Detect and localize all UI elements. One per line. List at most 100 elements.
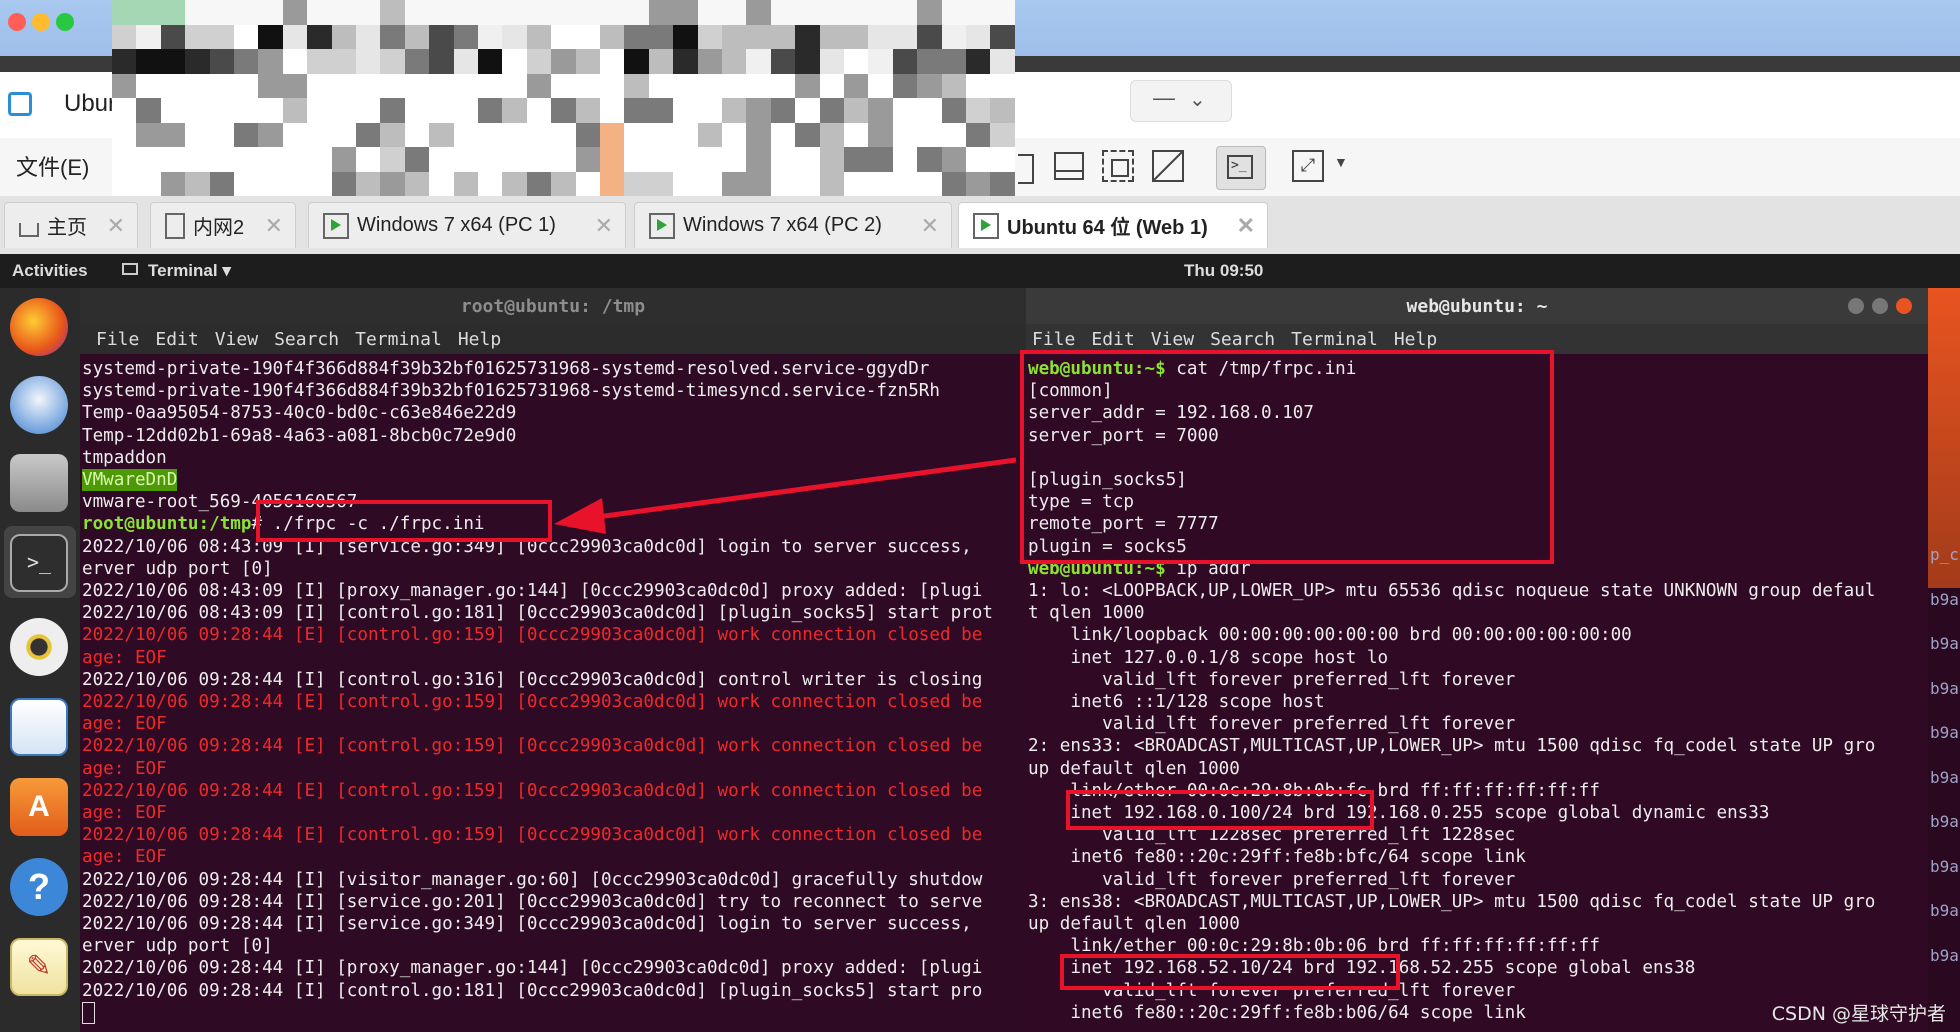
maximize-icon[interactable] (1872, 298, 1888, 314)
mosaic-block (892, 24, 918, 50)
mosaic-block (770, 171, 796, 197)
mosaic-block (648, 171, 674, 197)
mosaic-block (990, 49, 1016, 74)
menu-edit[interactable]: Edit (1091, 329, 1134, 350)
unity-icon[interactable] (1152, 150, 1184, 182)
mosaic-block (331, 147, 357, 172)
menu-search[interactable]: Search (1210, 329, 1275, 350)
mosaic-block (258, 24, 284, 50)
menu-view[interactable]: View (215, 329, 258, 350)
mosaic-block (209, 171, 235, 197)
clock[interactable]: Thu 09:50 (1184, 261, 1263, 281)
mosaic-block (526, 147, 552, 172)
terminal-icon[interactable]: >_ (10, 534, 68, 592)
minimize-window-button[interactable] (32, 13, 50, 31)
menu-file[interactable]: 文件(E) (16, 150, 89, 182)
mosaic-block (502, 147, 528, 172)
terminal-line: inet 127.0.0.1/8 scope host lo (1028, 647, 1389, 668)
mosaic-block (404, 24, 430, 50)
console-view-icon[interactable] (1054, 152, 1084, 180)
terminal-line: systemd-private-190f4f366d884f39b32bf016… (82, 359, 930, 379)
mosaic-block (844, 122, 869, 148)
close-icon[interactable] (1896, 298, 1912, 314)
menu-help[interactable]: Help (458, 329, 501, 350)
mosaic-block (502, 0, 528, 25)
vm-tab-bar: 主页 ✕ 内网2 ✕ Windows 7 x64 (PC 1) ✕ Windows 7… (0, 196, 1960, 255)
menu-terminal[interactable]: Terminal (355, 329, 442, 350)
mosaic-block (624, 0, 650, 25)
mosaic-block (160, 147, 186, 172)
cursor (82, 1001, 95, 1024)
mosaic-block (575, 122, 601, 148)
software-center-icon[interactable]: A (10, 778, 68, 836)
help-icon[interactable]: ? (10, 858, 68, 916)
mosaic-block (478, 24, 503, 50)
terminal-line: erver udp port [0] (82, 936, 273, 957)
mosaic-block (575, 171, 601, 197)
stretch-icon[interactable]: ⤢ (1292, 150, 1324, 182)
mosaic-block (844, 24, 869, 50)
tab-win7-pc2[interactable]: Windows 7 x64 (PC 2) ✕ (634, 202, 952, 248)
terminal-line: inet6 ::1/128 scope host (1028, 692, 1325, 712)
close-tab-icon[interactable]: ✕ (265, 213, 283, 239)
mosaic-block (917, 0, 943, 25)
minimize-icon[interactable] (1848, 298, 1864, 314)
terminal-line: 2: ens33: <BROADCAST,MULTICAST,UP,LOWER_… (1028, 736, 1876, 757)
menu-search[interactable]: Search (274, 329, 339, 350)
dropdown-arrow-icon[interactable]: ▼ (1334, 154, 1348, 170)
app-menu[interactable]: Terminal ▾ (148, 261, 231, 281)
menu-file[interactable]: File (1032, 329, 1075, 350)
terminal-view-button[interactable]: >_ (1216, 146, 1266, 190)
zoom-window-button[interactable] (56, 13, 74, 31)
mosaic-block (722, 171, 747, 197)
mosaic-block (478, 147, 503, 172)
terminal-line: Temp-12dd02b1-69a8-4a63-a081-8bcb0c72e9d… (82, 425, 517, 446)
terminal-window-root[interactable]: root@ubuntu: /tmp File Edit View Search … (80, 288, 1026, 1032)
files-icon[interactable] (10, 454, 68, 512)
close-tab-icon[interactable]: ✕ (107, 213, 125, 239)
menu-help[interactable]: Help (1394, 329, 1437, 350)
minimize-icon[interactable]: — (1153, 85, 1175, 111)
chevron-down-icon[interactable]: ⌄ (1189, 87, 1206, 112)
activities-button[interactable]: Activities (12, 261, 88, 281)
fullscreen-icon[interactable] (1102, 150, 1134, 182)
menu-file[interactable]: File (96, 329, 139, 350)
tab-home[interactable]: 主页 ✕ (4, 202, 138, 248)
close-window-button[interactable] (8, 13, 26, 31)
edge-text-fragment: b9a (1930, 678, 1959, 698)
rhythmbox-icon[interactable] (10, 618, 68, 676)
mosaic-block (453, 73, 479, 99)
text-editor-icon[interactable]: ✎ (10, 938, 68, 996)
mosaic-block (575, 98, 601, 123)
menu-terminal[interactable]: Terminal (1291, 329, 1378, 350)
menu-edit[interactable]: Edit (155, 329, 198, 350)
tab-win7-pc1[interactable]: Windows 7 x64 (PC 1) ✕ (308, 202, 626, 248)
window-controls[interactable]: — ⌄ (1130, 80, 1232, 122)
mosaic-block (282, 98, 308, 123)
mosaic-block (722, 49, 747, 74)
close-tab-icon[interactable]: ✕ (595, 213, 613, 239)
close-tab-icon[interactable]: ✕ (1237, 213, 1255, 239)
close-tab-icon[interactable]: ✕ (921, 213, 939, 239)
mosaic-block (990, 122, 1016, 148)
mosaic-block (648, 49, 674, 74)
terminal-line: 2022/10/06 09:28:44 [E] [control.go:159]… (82, 825, 983, 846)
mosaic-block (380, 147, 406, 172)
mosaic-block (356, 171, 381, 197)
mosaic-block (648, 147, 674, 172)
terminal-line: 2022/10/06 09:28:44 [E] [control.go:159]… (82, 736, 983, 757)
view-icon[interactable] (1018, 154, 1034, 184)
terminal-line: 2022/10/06 09:28:44 [I] [control.go:181]… (82, 980, 983, 1001)
firefox-icon[interactable] (10, 298, 68, 356)
tab-intranet2[interactable]: 内网2 ✕ (150, 202, 296, 248)
mosaic-block (307, 122, 333, 148)
tab-ubuntu-web1[interactable]: Ubuntu 64 位 (Web 1) ✕ (958, 202, 1268, 248)
menu-view[interactable]: View (1151, 329, 1194, 350)
writer-icon[interactable] (10, 698, 68, 756)
mosaic-block (356, 122, 381, 148)
mosaic-block (575, 49, 601, 74)
mosaic-block (331, 171, 357, 197)
thunderbird-icon[interactable] (10, 376, 68, 434)
terminal-line: age: EOF (82, 758, 167, 779)
terminal-line: 2022/10/06 09:28:44 [I] [visitor_manager… (82, 869, 983, 890)
